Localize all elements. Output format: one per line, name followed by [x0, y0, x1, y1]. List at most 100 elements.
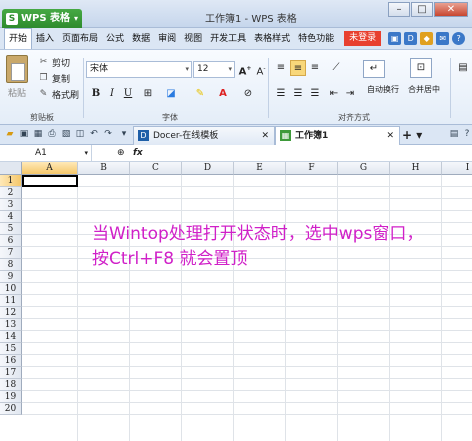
row-header[interactable]: 20: [0, 403, 22, 415]
align-bottom-icon[interactable]: ≡: [307, 60, 323, 76]
docer-icon[interactable]: D: [404, 32, 418, 45]
app-tab[interactable]: S WPS 表格 ▾: [2, 9, 82, 28]
menu-insert[interactable]: 插入: [32, 28, 58, 50]
workbook-tab[interactable]: ▦ 工作簿1 ✕: [275, 126, 400, 145]
skin-icon[interactable]: ◆: [420, 32, 434, 45]
menu-developer[interactable]: 开发工具: [206, 28, 250, 50]
menu-data[interactable]: 数据: [128, 28, 154, 50]
close-tab-icon[interactable]: ✕: [386, 127, 394, 145]
row-header[interactable]: 6: [0, 235, 22, 247]
row-header[interactable]: 13: [0, 319, 22, 331]
print-icon[interactable]: ⎙: [46, 128, 58, 140]
menu-view[interactable]: 视图: [180, 28, 206, 50]
row-header[interactable]: 8: [0, 259, 22, 271]
cloud-icon[interactable]: ▣: [388, 32, 402, 45]
highlight-icon[interactable]: ✎: [192, 86, 208, 102]
row-header[interactable]: 17: [0, 367, 22, 379]
column-header[interactable]: I: [442, 162, 472, 175]
row-header[interactable]: 3: [0, 199, 22, 211]
customize-qa-icon[interactable]: ▾: [118, 128, 130, 140]
font-size-select[interactable]: 12 ▾: [193, 61, 235, 78]
menu-review[interactable]: 审阅: [154, 28, 180, 50]
row-header[interactable]: 15: [0, 343, 22, 355]
indent-decrease-icon[interactable]: ⇤: [326, 86, 342, 102]
export-pdf-icon[interactable]: ▦: [32, 128, 44, 140]
paste-icon[interactable]: [6, 55, 28, 83]
more-icon[interactable]: ?: [461, 128, 472, 140]
close-tab-icon[interactable]: ✕: [261, 127, 269, 145]
wrap-text-icon[interactable]: ↵: [363, 60, 385, 78]
redo-icon[interactable]: ↷: [102, 128, 114, 140]
wrap-text-button[interactable]: 自动换行: [367, 84, 399, 95]
merge-center-icon[interactable]: ⊡: [410, 58, 432, 78]
new-tab-button[interactable]: + ▾: [402, 128, 422, 142]
spellcheck-icon[interactable]: ◫: [74, 128, 86, 140]
help-icon[interactable]: ?: [452, 32, 466, 45]
row-header[interactable]: 18: [0, 379, 22, 391]
row-header[interactable]: 4: [0, 211, 22, 223]
undo-icon[interactable]: ↶: [88, 128, 100, 140]
zoom-icon[interactable]: ⊕: [117, 145, 125, 162]
formula-input[interactable]: [150, 145, 472, 162]
column-header[interactable]: B: [78, 162, 130, 175]
clear-format-icon[interactable]: ⊘: [240, 86, 256, 102]
row-header[interactable]: 5: [0, 223, 22, 235]
column-header[interactable]: G: [338, 162, 390, 175]
merge-center-button[interactable]: 合并居中: [408, 84, 440, 95]
row-header[interactable]: 1: [0, 175, 22, 187]
menu-table-style[interactable]: 表格样式: [250, 28, 294, 50]
font-color-icon[interactable]: A: [215, 86, 231, 102]
menu-formulas[interactable]: 公式: [102, 28, 128, 50]
underline-icon[interactable]: U: [120, 86, 136, 102]
row-header[interactable]: 19: [0, 391, 22, 403]
chevron-down-icon[interactable]: ▾: [74, 9, 78, 28]
row-header[interactable]: 11: [0, 295, 22, 307]
align-right-icon[interactable]: ☰: [307, 86, 323, 102]
row-header[interactable]: 14: [0, 331, 22, 343]
menu-special[interactable]: 特色功能: [294, 28, 338, 50]
active-cell[interactable]: [22, 175, 78, 187]
align-middle-icon[interactable]: ≡: [290, 60, 306, 76]
column-header[interactable]: F: [286, 162, 338, 175]
column-header[interactable]: A: [22, 162, 78, 175]
tab-list-icon[interactable]: ▤: [448, 128, 460, 140]
print-preview-icon[interactable]: ▧: [60, 128, 72, 140]
copy-button[interactable]: ❐ 复制: [38, 72, 70, 85]
select-all-corner[interactable]: [0, 162, 22, 175]
orientation-icon[interactable]: ⟋: [328, 60, 344, 76]
align-top-icon[interactable]: ≡: [273, 60, 289, 76]
folder-icon[interactable]: ▰: [4, 128, 16, 140]
number-format-icon[interactable]: ▤: [455, 60, 471, 76]
align-left-icon[interactable]: ☰: [273, 86, 289, 102]
paste-label[interactable]: 粘贴: [8, 86, 26, 99]
column-header[interactable]: C: [130, 162, 182, 175]
row-header[interactable]: 12: [0, 307, 22, 319]
row-header[interactable]: 9: [0, 271, 22, 283]
italic-icon[interactable]: I: [104, 86, 120, 102]
cut-button[interactable]: ✂ 剪切: [38, 56, 70, 69]
align-center-icon[interactable]: ☰: [290, 86, 306, 102]
indent-increase-icon[interactable]: ⇥: [342, 86, 358, 102]
format-painter-button[interactable]: ✎ 格式刷: [38, 88, 79, 101]
login-button[interactable]: 未登录: [344, 31, 382, 46]
menu-home[interactable]: 开始: [4, 28, 33, 49]
shrink-font-icon[interactable]: A-: [253, 61, 269, 77]
spreadsheet-grid[interactable]: A B C D E F G H I 1 2 3 4 5 6 7 8 9 10 11 12 13 14 15 16 17 18 19 20: [0, 162, 472, 441]
minimize-button[interactable]: –: [388, 2, 410, 17]
font-name-select[interactable]: 宋体 ▾: [86, 61, 192, 78]
grow-font-icon[interactable]: A+: [237, 61, 253, 77]
row-header[interactable]: 2: [0, 187, 22, 199]
row-header[interactable]: 7: [0, 247, 22, 259]
row-header[interactable]: 10: [0, 283, 22, 295]
fx-icon[interactable]: fx: [133, 145, 143, 162]
save-icon[interactable]: ▣: [18, 128, 30, 140]
maximize-button[interactable]: □: [411, 2, 433, 17]
menu-page-layout[interactable]: 页面布局: [58, 28, 102, 50]
name-box[interactable]: A1 ▾: [0, 145, 92, 162]
docer-tab[interactable]: D Docer-在线模板 ✕: [133, 126, 275, 145]
column-header[interactable]: H: [390, 162, 442, 175]
bold-icon[interactable]: B: [88, 86, 104, 102]
chevron-down-icon[interactable]: ▾: [84, 145, 88, 162]
column-header[interactable]: E: [234, 162, 286, 175]
fill-color-icon[interactable]: ◪: [163, 86, 179, 102]
